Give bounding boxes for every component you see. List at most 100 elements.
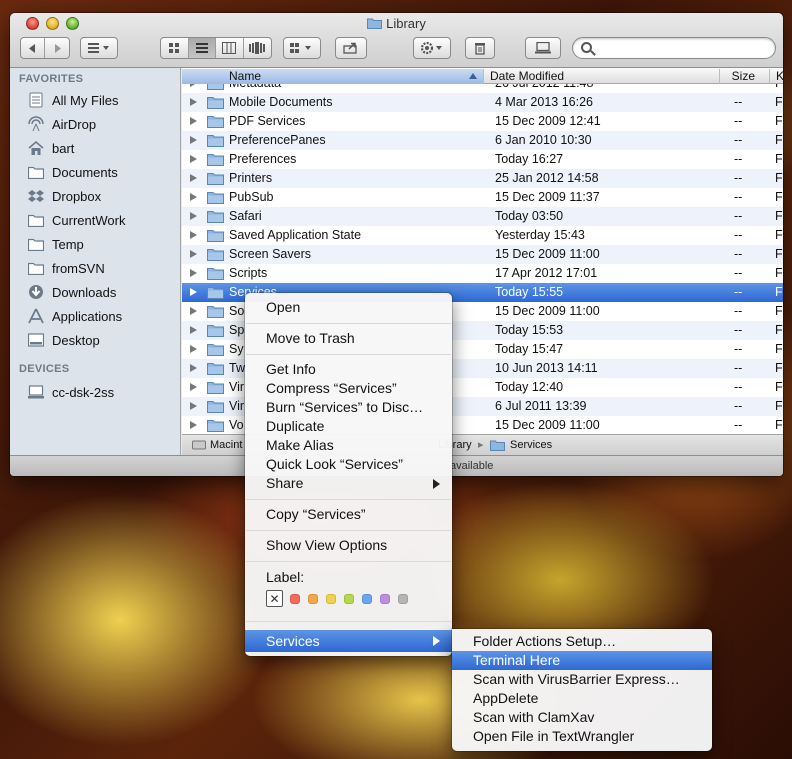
row-kind: Fo (775, 171, 783, 185)
icon-view-button[interactable] (161, 38, 189, 58)
menu-copy[interactable]: Copy “Services” (245, 505, 452, 524)
sort-ascending-icon (469, 73, 477, 79)
sidebar-item-cc-dsk-2ss[interactable]: cc-dsk-2ss (27, 381, 114, 403)
disclosure-triangle-icon[interactable] (190, 193, 197, 201)
table-row[interactable]: Safari Today 03:50 -- Fo (182, 207, 783, 226)
sidebar-item-all-my-files[interactable]: All My Files (27, 89, 118, 111)
row-size: -- (734, 399, 743, 413)
menu-make-alias[interactable]: Make Alias (245, 436, 452, 455)
disclosure-triangle-icon[interactable] (190, 250, 197, 258)
back-button[interactable] (21, 38, 46, 58)
disclosure-triangle-icon[interactable] (190, 288, 197, 296)
menu-open[interactable]: Open (245, 298, 452, 317)
service-item-appdelete[interactable]: AppDelete (452, 689, 712, 708)
trash-button[interactable] (465, 37, 495, 59)
disclosure-triangle-icon[interactable] (190, 307, 197, 315)
sidebar-item-label: Documents (52, 164, 118, 180)
column-date-header[interactable]: Date Modified (483, 69, 719, 84)
label-color-swatch[interactable] (362, 593, 372, 604)
sidebar-item-fromsvn[interactable]: fromSVN (27, 257, 105, 279)
sidebar-item-dropbox[interactable]: Dropbox (27, 185, 101, 207)
service-item-scan-with-clamxav[interactable]: Scan with ClamXav (452, 708, 712, 727)
label-color-swatch[interactable] (380, 593, 390, 604)
menu-duplicate[interactable]: Duplicate (245, 417, 452, 436)
column-header: Name Date Modified Size Ki (182, 68, 783, 84)
sidebar-item-currentwork[interactable]: CurrentWork (27, 209, 125, 231)
search-input[interactable] (595, 41, 765, 53)
sidebar-item-applications[interactable]: Applications (27, 305, 122, 327)
table-row[interactable]: Mobile Documents 4 Mar 2013 16:26 -- Fo (182, 93, 783, 112)
service-item-open-file-in-textwrangler[interactable]: Open File in TextWrangler (452, 727, 712, 746)
connect-button[interactable] (525, 37, 561, 59)
row-date: Today 15:55 (495, 285, 564, 299)
sidebar-item-airdrop[interactable]: AirDrop (27, 113, 96, 135)
disclosure-triangle-icon[interactable] (190, 326, 197, 334)
table-row[interactable]: Scripts 17 Apr 2012 17:01 -- Fo (182, 264, 783, 283)
disclosure-triangle-icon[interactable] (190, 212, 197, 220)
sidebar-item-documents[interactable]: Documents (27, 161, 118, 183)
menu-move-to-trash[interactable]: Move to Trash (245, 329, 452, 348)
service-item-scan-with-virusbarrier-express[interactable]: Scan with VirusBarrier Express… (452, 670, 712, 689)
label-color-swatch[interactable] (308, 593, 318, 604)
disclosure-triangle-icon[interactable] (190, 136, 197, 144)
column-kind-header[interactable]: Ki (769, 69, 783, 84)
table-row[interactable]: Screen Savers 15 Dec 2009 11:00 -- Fo (182, 245, 783, 264)
path-current[interactable]: Services (510, 439, 552, 451)
sidebar-item-downloads[interactable]: Downloads (27, 281, 116, 303)
disclosure-triangle-icon[interactable] (190, 383, 197, 391)
row-size: -- (734, 247, 743, 261)
row-date: 6 Jul 2011 13:39 (495, 399, 587, 413)
sidebar-item-bart[interactable]: bart (27, 137, 74, 159)
disclosure-triangle-icon[interactable] (190, 269, 197, 277)
menu-services[interactable]: Services (245, 630, 452, 652)
arrangement-menu-button[interactable] (283, 37, 321, 59)
service-item-terminal-here[interactable]: Terminal Here (452, 651, 712, 670)
row-name: Sp (229, 323, 245, 337)
action-menu-button[interactable] (413, 37, 451, 59)
sidebar-item-label: Desktop (52, 332, 100, 348)
search-field[interactable] (572, 37, 776, 59)
computer-icon (27, 384, 45, 400)
menu-quick-look[interactable]: Quick Look “Services” (245, 455, 452, 474)
table-row[interactable]: Printers 25 Jan 2012 14:58 -- Fo (182, 169, 783, 188)
row-size: -- (734, 285, 743, 299)
column-view-button[interactable] (216, 38, 244, 58)
menu-burn[interactable]: Burn “Services” to Disc… (245, 398, 452, 417)
table-row[interactable]: PreferencePanes 6 Jan 2010 10:30 -- Fo (182, 131, 783, 150)
label-color-swatch[interactable] (398, 593, 408, 604)
list-view-button[interactable] (188, 38, 216, 58)
disclosure-triangle-icon[interactable] (190, 155, 197, 163)
label-color-swatch[interactable] (326, 593, 336, 604)
column-name-header[interactable]: Name (182, 69, 483, 84)
disclosure-triangle-icon[interactable] (190, 174, 197, 182)
label-color-swatch[interactable] (290, 593, 300, 604)
menu-show-view-options[interactable]: Show View Options (245, 536, 452, 555)
arrange-button[interactable] (80, 37, 118, 59)
icon-view-icon (169, 43, 180, 53)
column-size-header[interactable]: Size (719, 69, 769, 84)
label-color-swatch[interactable] (344, 593, 354, 604)
table-row[interactable]: PubSub 15 Dec 2009 11:37 -- Fo (182, 188, 783, 207)
disclosure-triangle-icon[interactable] (190, 421, 197, 429)
menu-compress[interactable]: Compress “Services” (245, 379, 452, 398)
table-row[interactable]: Saved Application State Yesterday 15:43 --… (182, 226, 783, 245)
share-button[interactable] (335, 37, 367, 59)
table-row[interactable]: PDF Services 15 Dec 2009 12:41 -- Fo (182, 112, 783, 131)
disclosure-triangle-icon[interactable] (190, 364, 197, 372)
cover-flow-button[interactable] (244, 38, 271, 58)
sidebar-item-temp[interactable]: Temp (27, 233, 84, 255)
menu-share[interactable]: Share (245, 474, 452, 493)
disclosure-triangle-icon[interactable] (190, 231, 197, 239)
path-root[interactable]: Macint (210, 439, 242, 451)
service-item-folder-actions-setup[interactable]: Folder Actions Setup… (452, 632, 712, 651)
sidebar-item-desktop[interactable]: Desktop (27, 329, 100, 351)
menu-get-info[interactable]: Get Info (245, 360, 452, 379)
disclosure-triangle-icon[interactable] (190, 117, 197, 125)
row-name: PDF Services (229, 114, 306, 128)
disclosure-triangle-icon[interactable] (190, 402, 197, 410)
disclosure-triangle-icon[interactable] (190, 98, 197, 106)
table-row[interactable]: Preferences Today 16:27 -- Fo (182, 150, 783, 169)
disclosure-triangle-icon[interactable] (190, 345, 197, 353)
label-none-button[interactable]: ✕ (266, 590, 283, 607)
forward-button[interactable] (45, 38, 69, 58)
